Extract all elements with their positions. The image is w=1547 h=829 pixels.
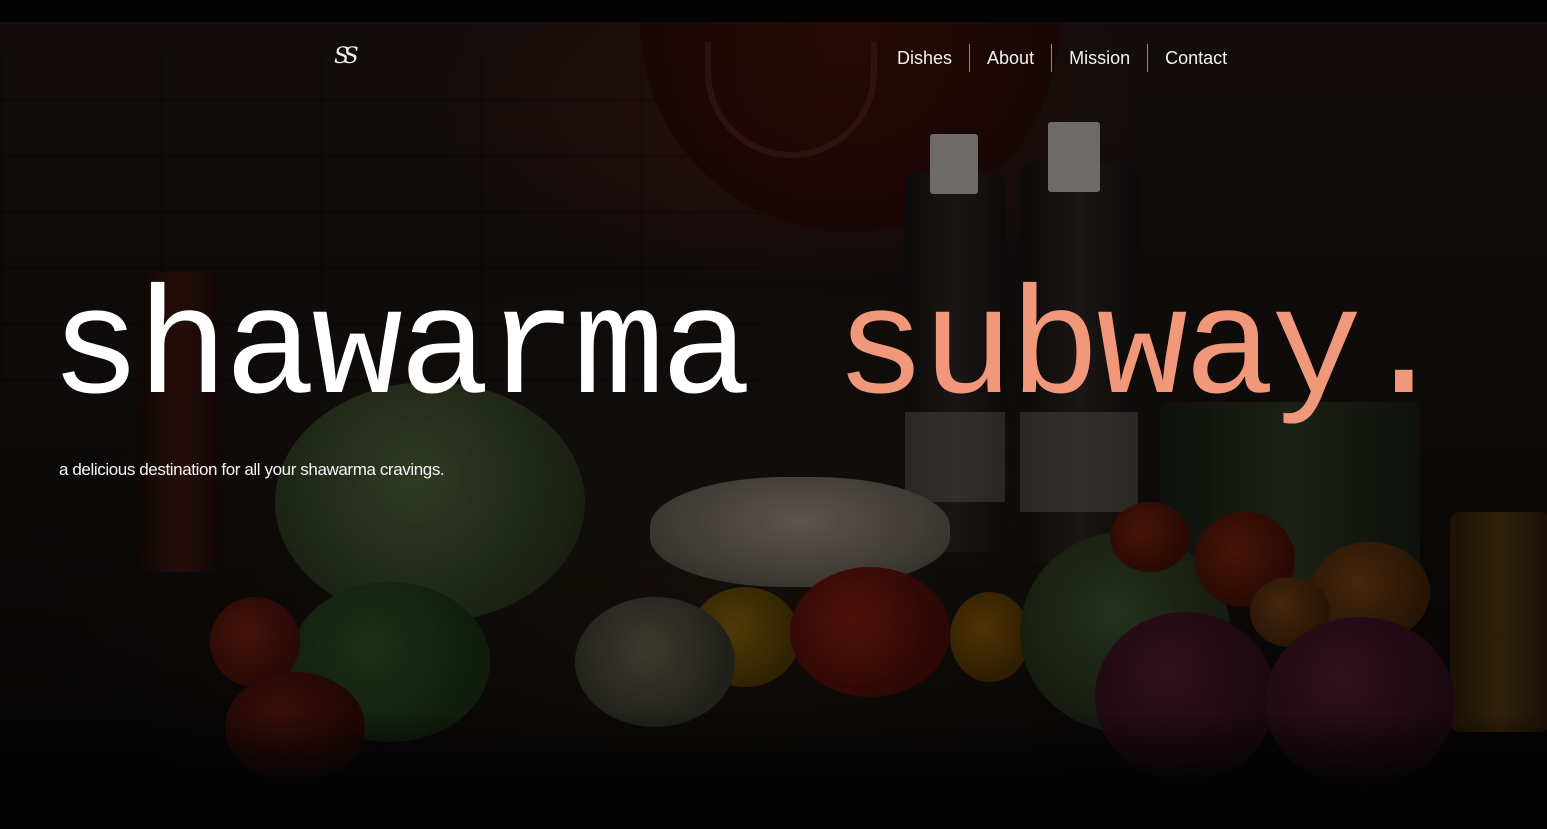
- nav-item-mission[interactable]: Mission: [1051, 44, 1147, 72]
- main-nav: Dishes About Mission Contact: [880, 44, 1244, 72]
- headline-word-subway: subway.: [834, 265, 1450, 438]
- logo[interactable]: SS: [334, 44, 359, 69]
- nav-item-contact[interactable]: Contact: [1147, 44, 1244, 72]
- top-strip: [0, 0, 1547, 22]
- nav-item-about[interactable]: About: [969, 44, 1051, 72]
- headline-word-shawarma: shawarma: [50, 265, 752, 438]
- hero-tagline: a delicious destination for all your sha…: [59, 460, 445, 479]
- nav-item-dishes[interactable]: Dishes: [880, 44, 969, 72]
- hero-headline: shawarma subway.: [50, 262, 1450, 442]
- page: SS Dishes About Mission Contact shawarma…: [0, 0, 1547, 829]
